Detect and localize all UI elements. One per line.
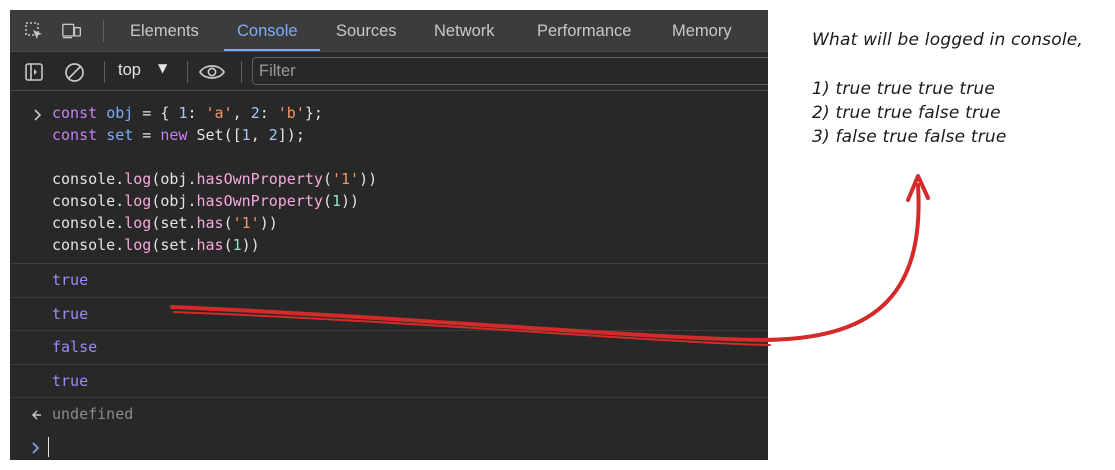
annotation-arrow [170,174,930,346]
